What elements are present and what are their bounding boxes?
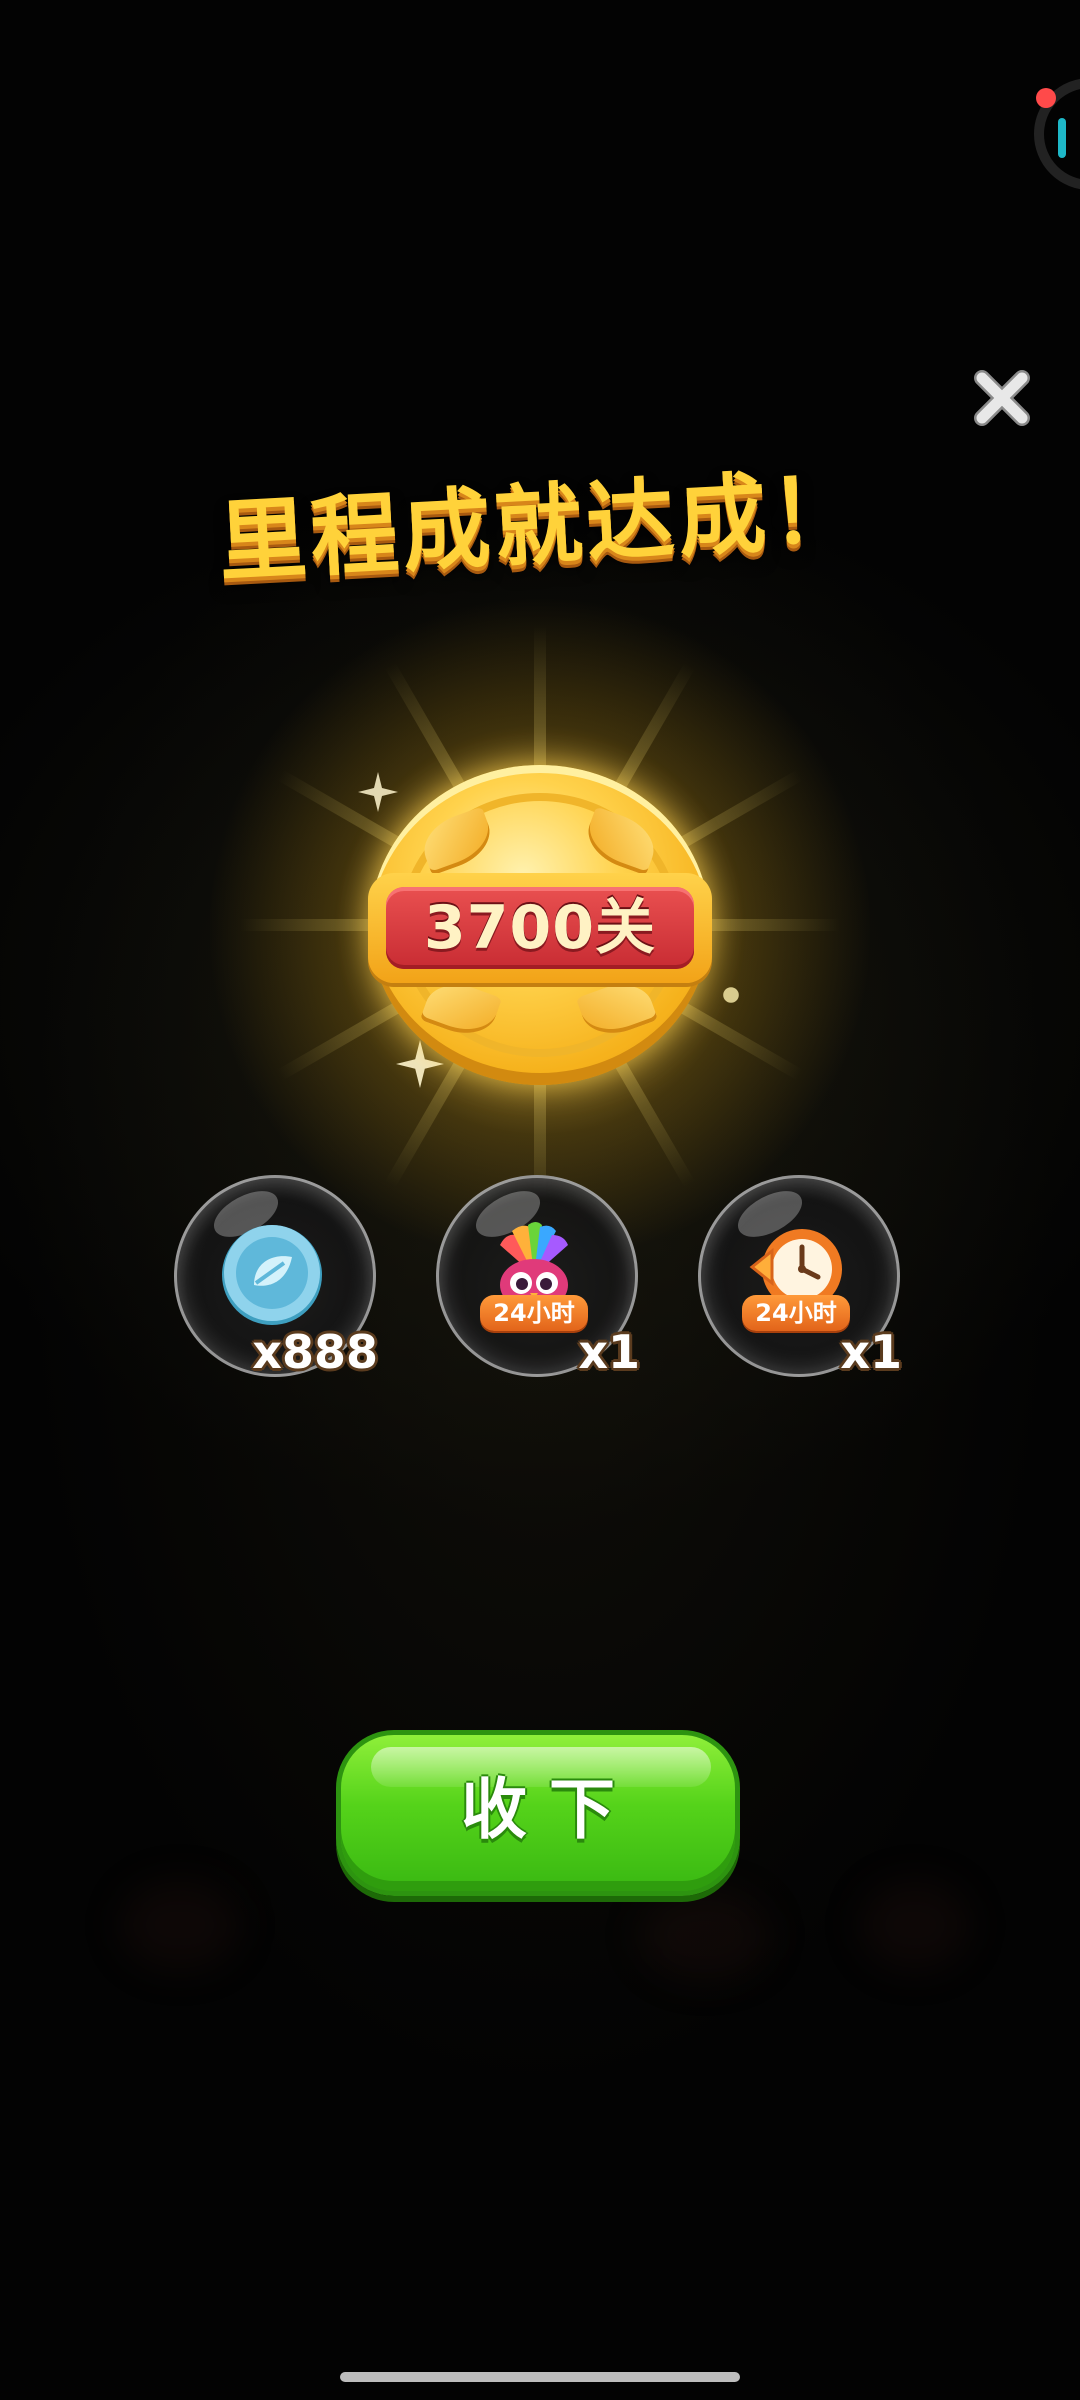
reward-item-rainbow-booster: 24小时 x1: [436, 1175, 640, 1379]
reward-item-coins: x888: [174, 1175, 378, 1379]
background-decoration: [120, 1880, 240, 1970]
collect-button[interactable]: 收下: [336, 1730, 740, 1896]
level-milestone-label: 3700关: [424, 893, 656, 963]
reward-quantity: x888: [252, 1325, 378, 1379]
reward-item-time-booster: 24小时 x1: [698, 1175, 902, 1379]
notification-dot: [1036, 88, 1056, 108]
milestone-reward-screen: 里程成就达成！ 3700关 x888 24小时 x1 24小时 x1 收下: [0, 0, 1080, 2400]
collect-button-label: 收下: [461, 1771, 637, 1848]
sparkle-icon: [723, 987, 739, 1003]
milestone-badge: 3700关: [368, 765, 712, 1085]
coin-icon: [222, 1225, 322, 1325]
reward-quantity: x1: [840, 1325, 902, 1379]
level-plaque-inner: 3700关: [386, 887, 694, 969]
close-button[interactable]: [970, 366, 1034, 430]
level-plaque: 3700关: [368, 873, 712, 983]
timer-progress-arc: [1058, 118, 1066, 158]
duration-tag: 24小时: [480, 1295, 588, 1331]
background-decoration: [860, 1880, 970, 1970]
background-decoration: [640, 1890, 770, 1980]
duration-tag: 24小时: [742, 1295, 850, 1331]
close-icon: [974, 370, 1030, 426]
home-indicator[interactable]: [340, 2372, 740, 2382]
reward-quantity: x1: [578, 1325, 640, 1379]
